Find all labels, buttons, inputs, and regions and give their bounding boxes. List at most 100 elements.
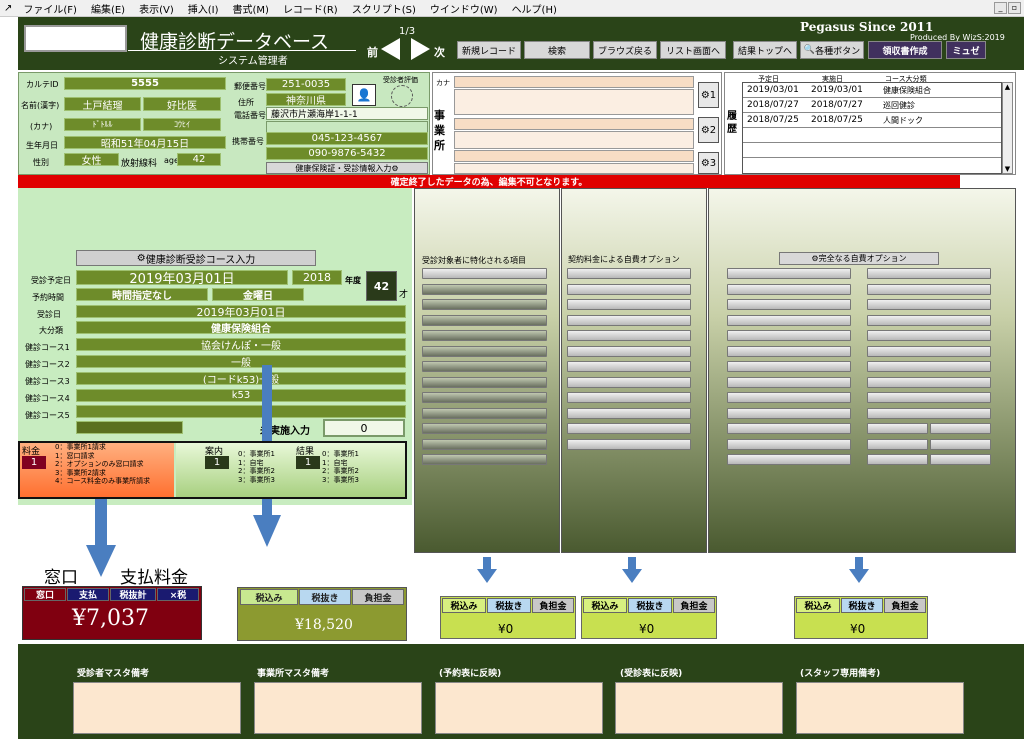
menu-record[interactable]: レコード(R) [276, 1, 345, 16]
chart-id-field[interactable]: 5555 [64, 77, 226, 90]
weekday-field[interactable]: 金曜日 [212, 288, 304, 301]
option-slot[interactable] [867, 376, 991, 388]
history-row[interactable] [743, 143, 1001, 158]
self-option-button[interactable]: ⚙ 完全なる自費オプション [779, 252, 939, 265]
scroll-down-icon[interactable]: ▼ [1003, 165, 1012, 173]
option-slot[interactable] [727, 299, 851, 310]
tab-burden[interactable]: 負担金 [673, 598, 715, 613]
category-field[interactable]: 健康保険組合 [76, 321, 406, 334]
option-slot[interactable] [567, 268, 691, 279]
reservation-note-field[interactable] [435, 682, 603, 734]
history-row[interactable] [743, 128, 1001, 143]
search-button[interactable]: 検索 [524, 41, 590, 59]
course1-field[interactable]: 協会けんぽ・一般 [76, 338, 406, 351]
option-slot[interactable] [867, 454, 928, 465]
menu-edit[interactable]: 編集(E) [84, 1, 132, 16]
option-slot[interactable] [567, 299, 691, 310]
option-slot[interactable] [422, 392, 547, 403]
tab-tax-excluded[interactable]: 税抜き [299, 589, 351, 605]
option-slot[interactable] [727, 361, 851, 372]
result-value-field[interactable]: 1 [296, 456, 320, 469]
option-slot[interactable] [867, 299, 991, 310]
course-age-field[interactable]: 42 [366, 271, 397, 301]
option-slot[interactable] [727, 330, 851, 341]
browse-back-button[interactable]: ブラウズ戻る [593, 41, 657, 59]
office-note-field[interactable] [254, 682, 422, 734]
patient-note-field[interactable] [73, 682, 241, 734]
results-top-button[interactable]: 結果トップへ [733, 41, 797, 59]
option-slot[interactable] [867, 392, 991, 403]
address-field[interactable]: 藤沢市片瀬海岸1-1-1 [266, 107, 428, 120]
option-slot[interactable] [727, 407, 851, 419]
option-slot[interactable] [867, 361, 991, 372]
tab-tax-excluded[interactable]: 税抜き [487, 598, 531, 613]
option-slot[interactable] [422, 299, 547, 310]
office2-name-field[interactable] [454, 131, 694, 149]
history-row[interactable]: 2019/03/01 2019/03/01 健康保険組合 [743, 83, 1001, 98]
staff-note-field[interactable] [796, 682, 964, 734]
tab-tax-included[interactable]: 税込み [796, 598, 840, 613]
various-buttons-button[interactable]: 🔍 各種ボタン [800, 41, 864, 59]
option-slot[interactable] [567, 407, 691, 419]
option-slot[interactable] [567, 423, 691, 434]
office3-kana-field[interactable] [454, 150, 694, 162]
option-slot[interactable] [930, 423, 991, 434]
office3-name-field[interactable] [454, 163, 694, 174]
time-field[interactable]: 時間指定なし [76, 288, 208, 301]
option-slot[interactable] [727, 376, 851, 388]
tab-subtotal[interactable]: 税抜計 [110, 588, 156, 601]
age-field[interactable]: 42 [177, 153, 221, 166]
option-slot[interactable] [727, 438, 851, 450]
option-slot[interactable] [867, 407, 991, 419]
course2-field[interactable]: 一般 [76, 355, 406, 368]
option-slot[interactable] [567, 283, 691, 295]
option-slot[interactable] [727, 268, 851, 279]
kana-first-field[interactable]: ｺｳﾋｲ [143, 118, 221, 131]
menu-help[interactable]: ヘルプ(H) [505, 1, 564, 16]
fee-value-field[interactable]: 1 [22, 456, 46, 469]
option-slot[interactable] [727, 283, 851, 295]
exam-sheet-note-field[interactable] [615, 682, 783, 734]
fiscal-year-field[interactable]: 2018 [292, 270, 342, 285]
menu-view[interactable]: 表示(V) [132, 1, 181, 16]
unexec-field[interactable]: 0 [323, 419, 405, 437]
receipt-create-button[interactable]: 領収書作成 [868, 41, 942, 59]
option-slot[interactable] [727, 454, 851, 465]
prefecture-field[interactable]: 神奈川県 [266, 93, 346, 106]
option-slot[interactable] [930, 454, 991, 465]
tab-burden[interactable]: 負担金 [352, 589, 404, 605]
last-name-field[interactable]: 土戸結瑠 [64, 97, 141, 111]
option-slot[interactable] [422, 407, 547, 419]
option-slot[interactable] [727, 423, 851, 434]
option-slot[interactable] [422, 283, 547, 295]
new-record-button[interactable]: 新規レコード [457, 41, 521, 59]
tab-pay[interactable]: 支払 [67, 588, 109, 601]
menu-window[interactable]: ウインドウ(W) [423, 1, 505, 16]
option-slot[interactable] [422, 454, 547, 465]
dob-field[interactable]: 昭和51年04月15日 [64, 136, 226, 149]
course5-field[interactable] [76, 405, 406, 418]
history-row[interactable]: 2018/07/27 2018/07/27 巡回健診 [743, 98, 1001, 113]
list-view-button[interactable]: リスト画面へ [660, 41, 726, 59]
kana-last-field[interactable]: ﾄﾞﾄﾙﾙ [64, 118, 141, 131]
option-slot[interactable] [422, 268, 547, 279]
first-name-field[interactable]: 好比医 [143, 97, 221, 111]
option-slot[interactable] [567, 392, 691, 403]
tab-window[interactable]: 窓口 [24, 588, 66, 601]
menu-script[interactable]: スクリプト(S) [345, 1, 423, 16]
insurance-input-button[interactable]: 健康保険証・受診情報入力 ⚙ [266, 162, 428, 174]
person-gear-icon[interactable]: 👤 [352, 84, 376, 106]
option-slot[interactable] [867, 423, 928, 434]
option-slot[interactable] [727, 345, 851, 357]
plan-date-field[interactable]: 2019年03月01日 [76, 270, 288, 285]
office3-button[interactable]: ⚙ 3 [698, 152, 719, 174]
eval-circle-icon[interactable] [391, 85, 413, 107]
option-slot[interactable] [867, 268, 991, 279]
option-slot[interactable] [567, 345, 691, 357]
office1-kana-field[interactable] [454, 76, 694, 88]
mobile-field[interactable]: 090-9876-5432 [266, 147, 428, 160]
option-slot[interactable] [727, 314, 851, 326]
guide-value-field[interactable]: 1 [205, 456, 229, 469]
office2-button[interactable]: ⚙ 2 [698, 117, 719, 143]
option-slot[interactable] [422, 345, 547, 357]
